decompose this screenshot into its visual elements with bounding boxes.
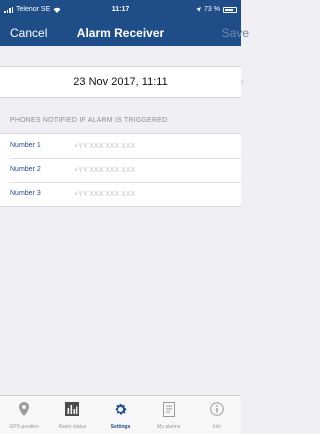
status-right: 73 %	[196, 6, 237, 13]
location-arrow-icon	[196, 7, 202, 12]
phones-section-header: PHONES NOTIFIED IF ALARM IS TRIGGERED	[10, 117, 168, 124]
phone-label-2: Number 2	[10, 166, 41, 173]
tab-my-alarms[interactable]: My alarms	[145, 396, 193, 434]
battery-icon	[223, 6, 237, 13]
battery-percentage: 73 %	[204, 6, 220, 13]
page-title: Alarm Receiver	[76, 26, 165, 40]
phone-row-2: Number 2	[0, 158, 241, 182]
tab-gps-position[interactable]: GPS-position	[0, 396, 48, 434]
document-list-icon	[145, 402, 193, 418]
date-time-value: 23 Nov 2017, 11:11	[73, 76, 168, 88]
tab-label-settings: Settings	[110, 424, 131, 430]
phone-row-3: Number 3	[0, 182, 241, 206]
save-button[interactable]: Save	[222, 26, 249, 40]
phone-label-3: Number 3	[10, 190, 41, 197]
gear-icon	[96, 402, 144, 418]
tab-label-alarm-status: Alarm status	[58, 424, 87, 430]
chevron-right-icon: ›	[240, 76, 244, 88]
status-bar: Telenor SE 11:17 73 %	[0, 0, 241, 20]
navigation-bar: Cancel Alarm Receiver Save	[0, 20, 249, 46]
phone-row-1: Number 1	[0, 134, 241, 158]
phone-label-1: Number 1	[10, 142, 41, 149]
phone-input-1[interactable]	[74, 141, 234, 151]
phones-list: Number 1 Number 2 Number 3	[0, 133, 241, 207]
tab-bar: GPS-position Alarm status Settings My al…	[0, 395, 241, 434]
location-pin-icon	[0, 402, 48, 418]
tab-label-gps-position: GPS-position	[9, 424, 39, 430]
date-time-cell[interactable]: 23 Nov 2017, 11:11 ›	[0, 66, 244, 98]
phone-input-2[interactable]	[74, 165, 234, 175]
tab-alarm-status[interactable]: Alarm status	[48, 396, 96, 434]
tab-settings[interactable]: Settings	[96, 396, 144, 434]
info-icon	[193, 402, 241, 418]
tab-label-my-alarms: My alarms	[157, 424, 181, 430]
bar-chart-icon	[48, 402, 96, 418]
phone-input-3[interactable]	[74, 189, 234, 199]
tab-info[interactable]: Info	[193, 396, 241, 434]
tab-label-info: Info	[212, 424, 222, 430]
